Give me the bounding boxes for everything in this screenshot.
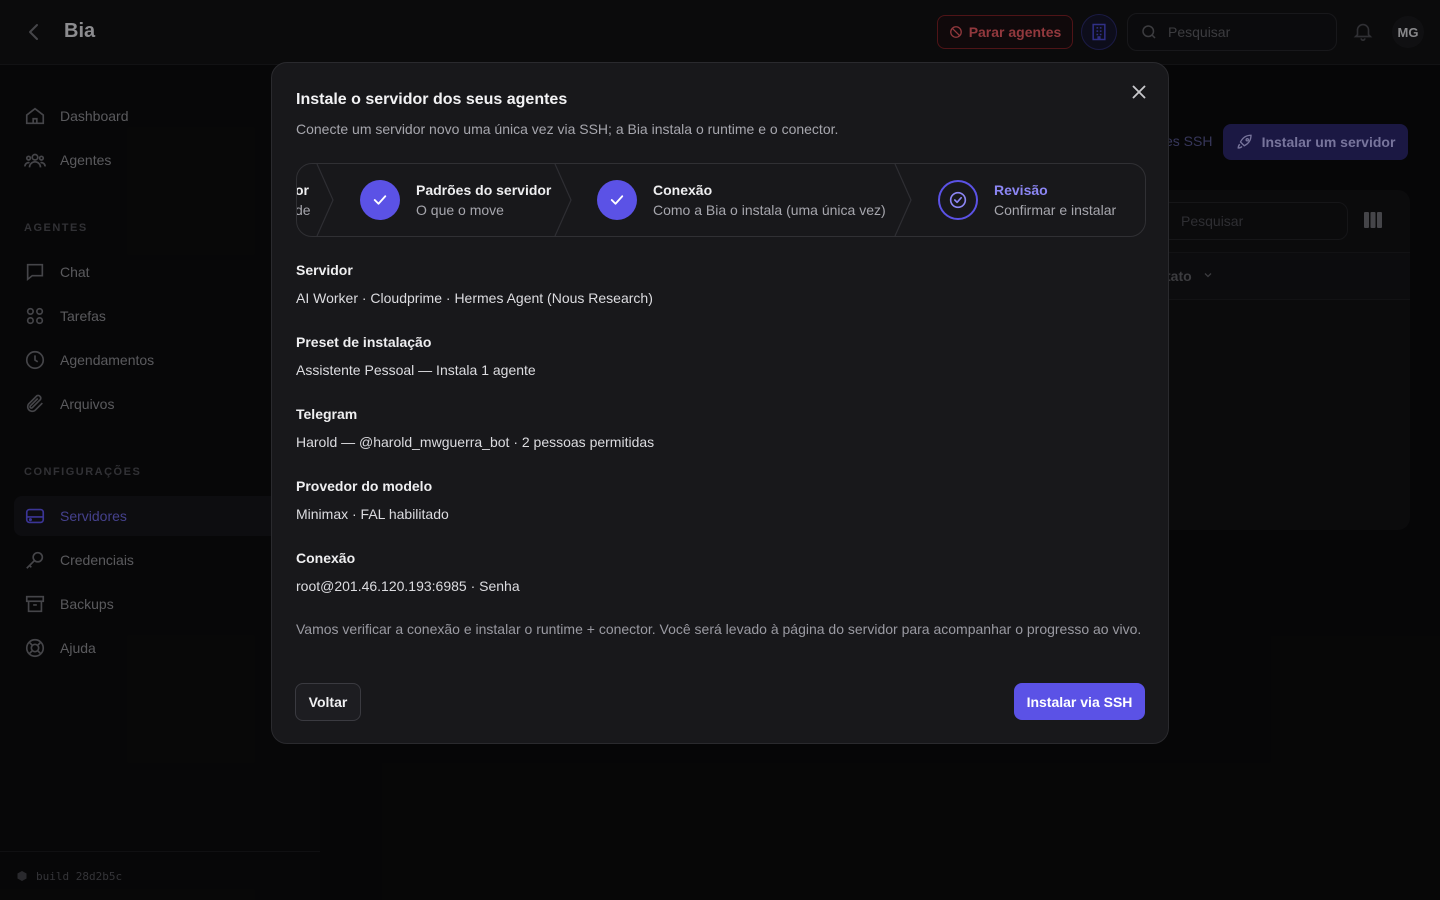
summary-value-telegram: Harold — @harold_mwguerra_bot · 2 pessoa… xyxy=(296,434,655,450)
current-step-check-icon xyxy=(938,180,978,220)
summary-value-preset: Assistente Pessoal — Instala 1 agente xyxy=(296,362,536,378)
step-connection[interactable]: Conexão Como a Bia o instala (uma única … xyxy=(597,164,886,236)
check-icon xyxy=(360,180,400,220)
step-title: or xyxy=(296,182,309,198)
step-desc: Como a Bia o instala (uma única vez) xyxy=(653,202,886,218)
back-button[interactable]: Voltar xyxy=(295,683,361,721)
step-divider xyxy=(316,164,334,236)
modal-title: Instale o servidor dos seus agentes xyxy=(296,91,568,108)
step-title: Revisão xyxy=(994,182,1048,198)
summary-value-connection: root@201.46.120.193:6985 · Senha xyxy=(296,578,520,594)
step-desc: de xyxy=(296,202,311,218)
summary-value-model-provider: Minimax · FAL habilitado xyxy=(296,506,449,522)
install-server-modal: Instale o servidor dos seus agentes Cone… xyxy=(271,62,1169,744)
step-review[interactable]: Revisão Confirmar e instalar xyxy=(938,164,1116,236)
summary-label-server: Servidor xyxy=(296,262,353,278)
step-desc: Confirmar e instalar xyxy=(994,202,1117,218)
summary-label-connection: Conexão xyxy=(296,550,356,566)
step-divider xyxy=(554,164,572,236)
step-divider xyxy=(894,164,912,236)
stepper: or de Padrões do servidor O que o move C… xyxy=(296,163,1146,237)
summary-label-telegram: Telegram xyxy=(296,406,358,422)
step-server-defaults[interactable]: Padrões do servidor O que o move xyxy=(360,164,551,236)
check-icon xyxy=(597,180,637,220)
install-ssh-button[interactable]: Instalar via SSH xyxy=(1014,683,1145,720)
step-desc: O que o move xyxy=(416,202,504,218)
summary-label-model-provider: Provedor do modelo xyxy=(296,478,433,494)
step-title: Padrões do servidor xyxy=(416,182,552,198)
summary-value-server: AI Worker · Cloudprime · Hermes Agent (N… xyxy=(296,290,653,306)
summary-label-preset: Preset de instalação xyxy=(296,334,432,350)
modal-subtitle: Conecte um servidor novo uma única vez v… xyxy=(296,121,839,137)
install-note: Vamos verificar a conexão e instalar o r… xyxy=(296,621,1142,637)
close-icon[interactable] xyxy=(1128,81,1150,103)
step-partial[interactable]: or de xyxy=(296,180,311,236)
step-title: Conexão xyxy=(653,182,713,198)
